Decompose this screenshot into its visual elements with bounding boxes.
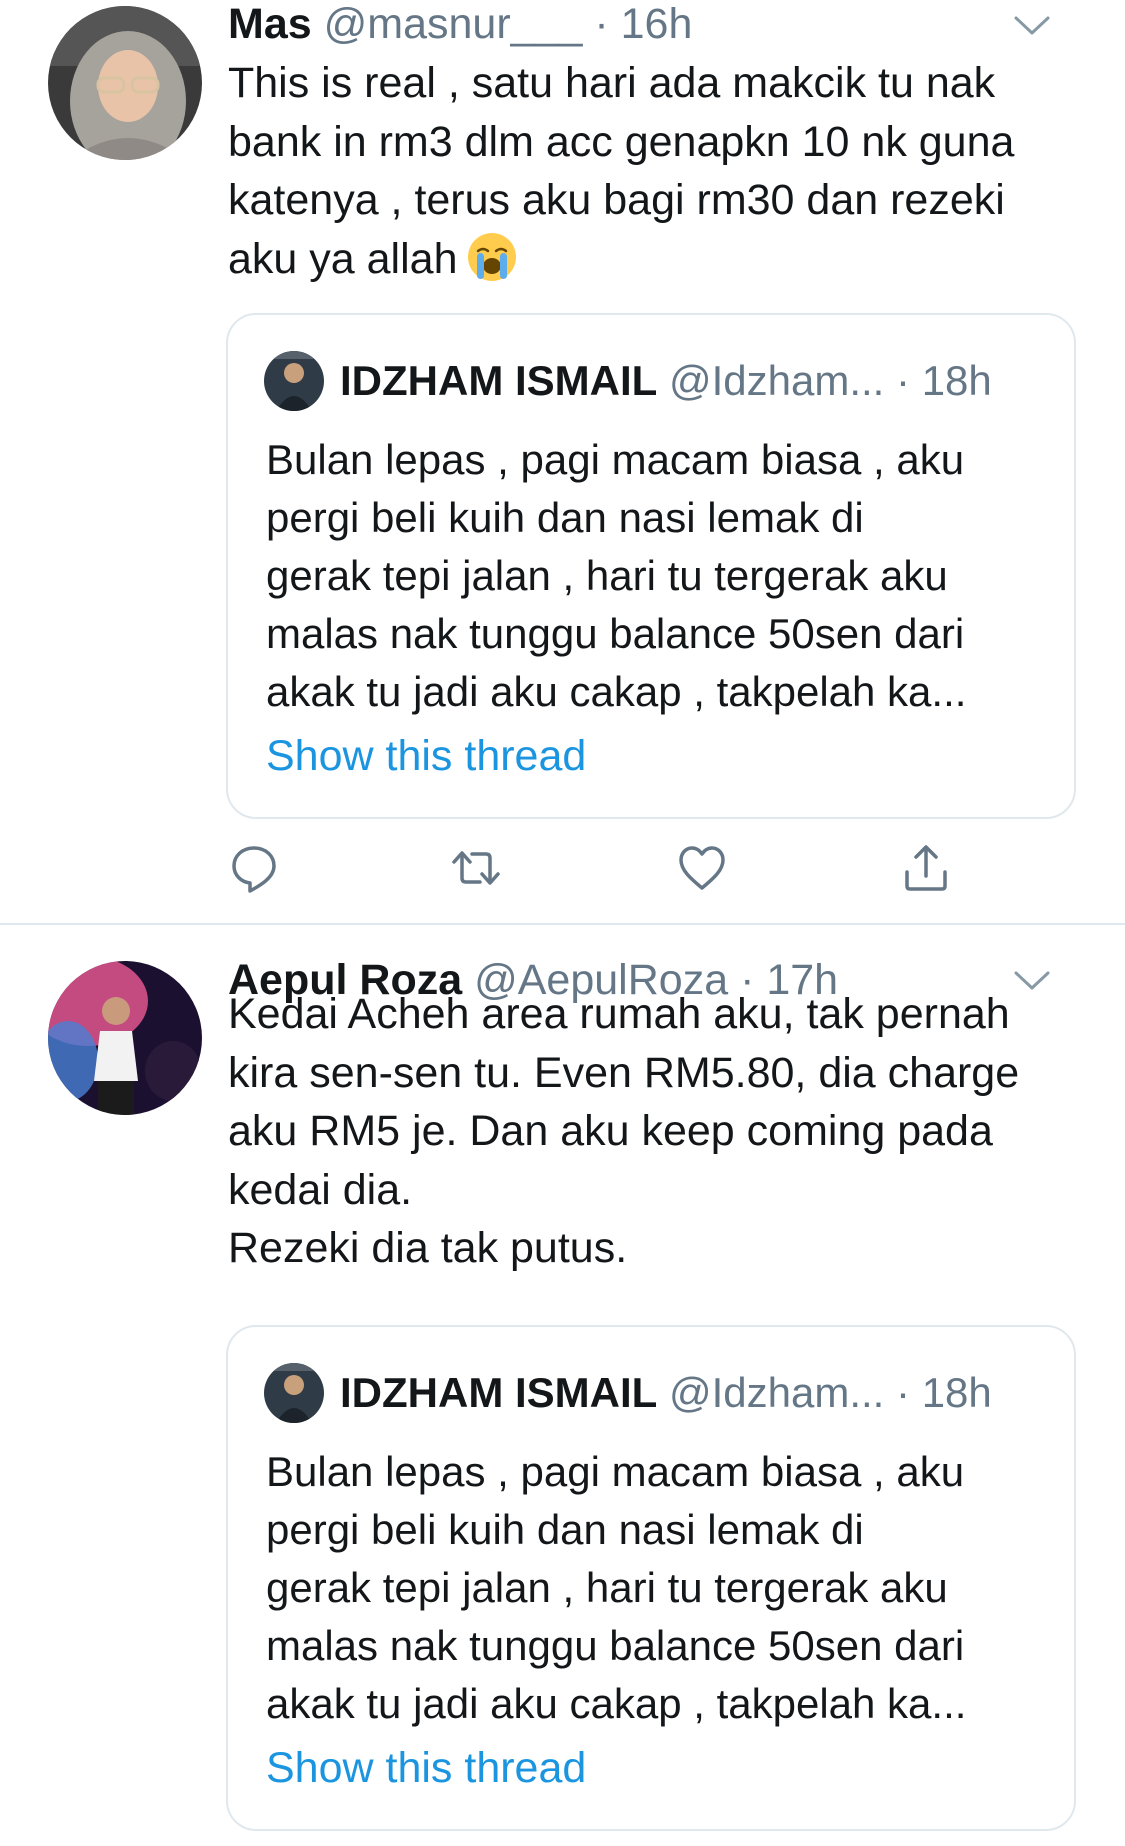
share-icon[interactable] — [900, 842, 952, 894]
tweet-text-line: kedai dia. — [228, 1165, 413, 1214]
quoted-tweet[interactable]: IDZHAM ISMAIL @Idzham... · 18h Bulan lep… — [226, 313, 1076, 819]
tweet-text-line: kira sen-sen tu. Even RM5.80, dia charge — [228, 1048, 1020, 1097]
display-name[interactable]: Mas — [228, 0, 312, 48]
quoted-text-line: gerak tepi jalan , hari tu tergerak aku — [266, 552, 948, 599]
quoted-tweet[interactable]: IDZHAM ISMAIL @Idzham... · 18h Bulan lep… — [226, 1325, 1076, 1831]
tweet-text-line: aku ya allah — [228, 230, 1088, 289]
show-thread-link[interactable]: Show this thread — [266, 727, 586, 785]
quoted-text-line: pergi beli kuih dan nasi lemak di — [266, 494, 864, 541]
tweet-text-fragment: aku ya allah — [228, 234, 458, 283]
chevron-down-icon[interactable] — [1013, 14, 1051, 38]
quoted-avatar[interactable] — [264, 1363, 324, 1423]
quoted-text-line: gerak tepi jalan , hari tu tergerak aku — [266, 1564, 948, 1611]
quoted-text: Bulan lepas , pagi macam biasa , aku per… — [266, 431, 1056, 721]
reply-icon[interactable] — [228, 842, 280, 894]
separator-dot: · — [896, 1369, 911, 1416]
avatar[interactable] — [48, 6, 202, 160]
quoted-text-line: pergi beli kuih dan nasi lemak di — [266, 1506, 864, 1553]
timestamp[interactable]: 16h — [621, 0, 693, 48]
tweet-text: This is real , satu hari ada makcik tu n… — [228, 54, 1088, 288]
quoted-timestamp: 18h — [921, 357, 992, 404]
quoted-text-line: malas nak tunggu balance 50sen dari — [266, 1622, 965, 1669]
quoted-text-line: Bulan lepas , pagi macam biasa , aku — [266, 1448, 965, 1495]
tweet-text-line: katenya , terus aku bagi rm30 dan rezeki — [228, 176, 1005, 224]
tweet-text: Kedai Acheh area rumah aku, tak pernah k… — [228, 985, 1088, 1278]
quoted-header: IDZHAM ISMAIL @Idzham... · 18h — [340, 353, 992, 409]
quoted-handle: @Idzham... — [668, 357, 885, 404]
tweet-text-line: Kedai Acheh area rumah aku, tak pernah — [228, 990, 1010, 1038]
tweet-text-line: bank in rm3 dlm acc genapkn 10 nk guna — [228, 117, 1015, 166]
tweet-aepul-roza[interactable]: Aepul Roza @AepulRoza · 17h Kedai Acheh … — [0, 925, 1125, 1846]
separator-dot: · — [896, 357, 911, 404]
tweet-text-line: Rezeki dia tak putus. — [228, 1224, 628, 1272]
tweet-text-line: aku RM5 je. Dan aku keep coming pada — [228, 1107, 993, 1155]
retweet-icon[interactable] — [450, 842, 502, 894]
tweet-header: Mas @masnur___ · 16h — [228, 0, 692, 48]
quoted-timestamp: 18h — [921, 1369, 992, 1416]
show-thread-link[interactable]: Show this thread — [266, 1739, 586, 1797]
quoted-handle: @Idzham... — [668, 1369, 885, 1416]
tweet-mas[interactable]: Mas @masnur___ · 16h This is real , satu… — [0, 0, 1125, 924]
quoted-text-line: Bulan lepas , pagi macam biasa , aku — [266, 436, 965, 483]
quoted-text-line: akak tu jadi aku cakap , takpelah ka... — [266, 668, 967, 715]
quoted-display-name: IDZHAM ISMAIL — [340, 1369, 658, 1416]
tweet-actions — [228, 842, 988, 894]
quoted-display-name: IDZHAM ISMAIL — [340, 357, 658, 404]
tweet-text-line: This is real , satu hari ada makcik tu n… — [228, 59, 996, 107]
quoted-text-line: malas nak tunggu balance 50sen dari — [266, 610, 965, 657]
user-handle[interactable]: @masnur___ — [324, 0, 583, 48]
loudly-crying-face-icon — [467, 233, 516, 282]
avatar[interactable] — [48, 961, 202, 1115]
separator-dot: · — [594, 0, 609, 48]
like-icon[interactable] — [676, 842, 728, 894]
quoted-text: Bulan lepas , pagi macam biasa , aku per… — [266, 1443, 1056, 1733]
quoted-text-line: akak tu jadi aku cakap , takpelah ka... — [266, 1680, 967, 1727]
quoted-avatar[interactable] — [264, 351, 324, 411]
quoted-header: IDZHAM ISMAIL @Idzham... · 18h — [340, 1365, 992, 1421]
